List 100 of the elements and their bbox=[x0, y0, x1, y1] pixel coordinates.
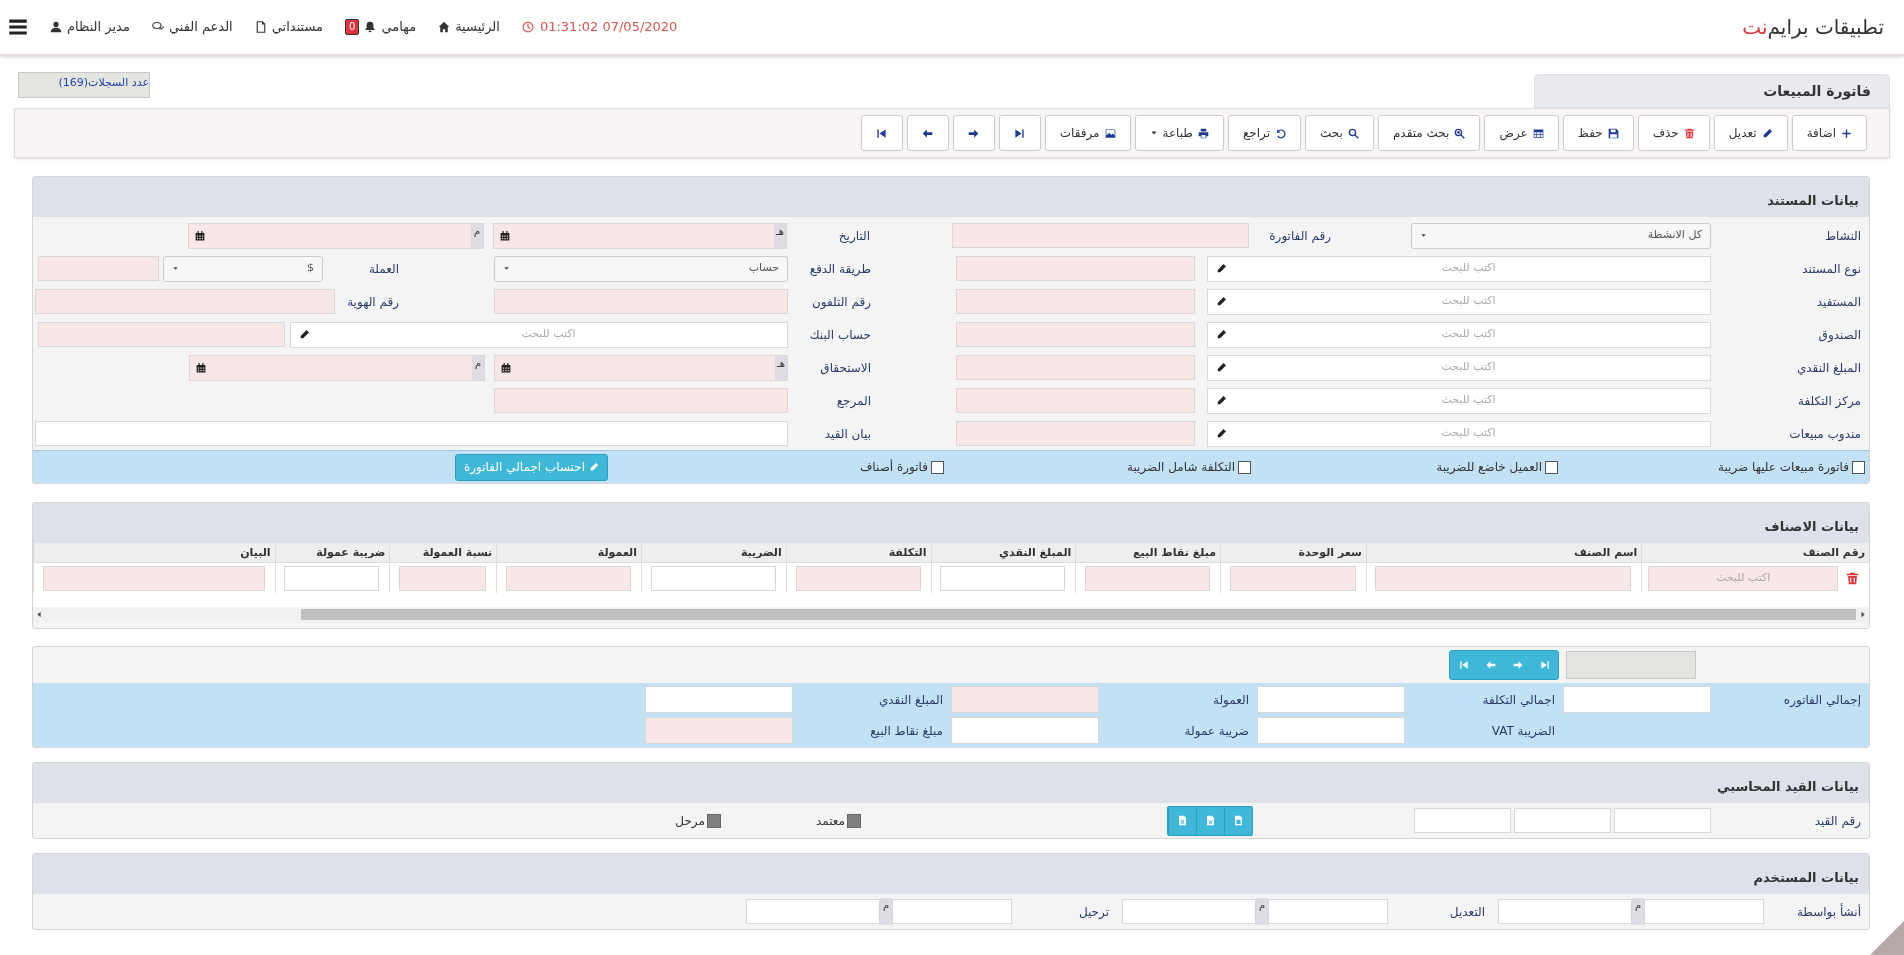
skip-end-icon bbox=[1014, 127, 1026, 139]
input-field[interactable] bbox=[1614, 808, 1711, 833]
input-field[interactable] bbox=[42, 565, 265, 591]
input-field[interactable] bbox=[1498, 899, 1632, 924]
field-label: ترحيل bbox=[1077, 903, 1110, 921]
toolbar-button[interactable]: مرفقات bbox=[1044, 115, 1131, 151]
corner-triangle-icon bbox=[1870, 921, 1904, 955]
input-field[interactable] bbox=[506, 565, 631, 591]
toolbar-button[interactable]: اضافة bbox=[1791, 115, 1867, 151]
checkbox[interactable] bbox=[1545, 460, 1558, 474]
field-label: التاريخ bbox=[837, 227, 870, 245]
field-label: المبلغ النقدي bbox=[1795, 359, 1862, 377]
checkbox[interactable] bbox=[931, 460, 944, 474]
input-field[interactable] bbox=[1514, 808, 1611, 833]
date-field[interactable]: هـ bbox=[494, 354, 788, 381]
input-field[interactable] bbox=[940, 565, 1066, 591]
undo-icon bbox=[1275, 127, 1287, 139]
input-field[interactable] bbox=[645, 686, 793, 713]
nav-link[interactable]: مستنداتي bbox=[254, 17, 324, 37]
input-field[interactable] bbox=[956, 388, 1195, 413]
nav-button[interactable] bbox=[860, 115, 903, 151]
input-field[interactable] bbox=[38, 322, 285, 347]
input-field[interactable] bbox=[892, 899, 1012, 924]
input-field[interactable] bbox=[956, 421, 1195, 446]
field-label: الاستحقاق bbox=[819, 359, 871, 377]
input-field[interactable] bbox=[1375, 565, 1632, 591]
horizontal-scrollbar[interactable] bbox=[33, 607, 1869, 622]
menu-icon bbox=[8, 17, 28, 37]
date-field[interactable]: م bbox=[188, 222, 484, 249]
nav-button[interactable] bbox=[998, 115, 1041, 151]
dropdown[interactable]: حساب bbox=[494, 255, 788, 282]
input-field[interactable] bbox=[746, 899, 880, 924]
input-field[interactable] bbox=[1257, 686, 1405, 713]
date-field[interactable]: م bbox=[189, 354, 485, 381]
toolbar-button[interactable]: تعديل bbox=[1713, 115, 1788, 151]
input-field[interactable] bbox=[952, 223, 1249, 248]
field-label: إجمالي الفاتوره bbox=[1782, 691, 1862, 709]
pencil-icon bbox=[1216, 395, 1227, 406]
toolbar-button[interactable]: بحث bbox=[1305, 115, 1374, 151]
field-label: العمولة bbox=[1212, 691, 1250, 709]
input-field[interactable] bbox=[956, 256, 1195, 281]
search-icon bbox=[1347, 127, 1359, 139]
checkbox[interactable] bbox=[1852, 460, 1865, 474]
input-field[interactable] bbox=[956, 289, 1195, 314]
checkbox[interactable] bbox=[1238, 460, 1251, 474]
arrow-right-icon bbox=[968, 127, 980, 139]
input-field[interactable] bbox=[1122, 899, 1256, 924]
input-field[interactable] bbox=[1229, 565, 1356, 591]
section-title: بيانات الاصناف bbox=[1764, 518, 1859, 537]
input-field[interactable] bbox=[35, 421, 788, 446]
column-header: البيان bbox=[33, 543, 275, 562]
nav-link[interactable]: الرئيسية bbox=[438, 17, 500, 37]
input-field[interactable] bbox=[1414, 808, 1511, 833]
nav-button[interactable] bbox=[906, 115, 949, 151]
input-field[interactable] bbox=[35, 289, 335, 314]
input-field[interactable] bbox=[956, 322, 1195, 347]
toolbar-button[interactable]: حذف bbox=[1637, 115, 1710, 151]
field-label: مبلغ نقاط البيع bbox=[869, 722, 944, 740]
input-field[interactable] bbox=[1268, 899, 1388, 924]
dropdown[interactable]: كل الانشطة bbox=[1411, 222, 1711, 249]
document-icon bbox=[1205, 815, 1216, 826]
pencil-icon bbox=[1761, 127, 1773, 139]
image-icon bbox=[1104, 127, 1116, 139]
input-field[interactable] bbox=[795, 565, 921, 591]
input-field[interactable] bbox=[645, 717, 793, 744]
section-title: بيانات القيد المحاسبي bbox=[1717, 778, 1859, 797]
toolbar-button[interactable]: حفظ bbox=[1562, 115, 1634, 151]
input-field[interactable] bbox=[38, 256, 159, 281]
input-field[interactable] bbox=[399, 565, 487, 591]
field-label: المستفيد bbox=[1815, 293, 1862, 311]
suffix-label: م bbox=[880, 898, 892, 925]
input-field[interactable] bbox=[1257, 717, 1405, 744]
nav-link[interactable]: الدعم الفني bbox=[151, 17, 233, 37]
print-icon bbox=[1197, 127, 1209, 139]
input-field[interactable] bbox=[951, 686, 1099, 713]
input-field[interactable] bbox=[284, 565, 380, 591]
input-field[interactable] bbox=[956, 355, 1195, 380]
calendar-icon bbox=[501, 362, 511, 373]
input-field[interactable] bbox=[650, 565, 776, 591]
toolbar-button[interactable]: تراجع bbox=[1227, 115, 1302, 151]
input-field[interactable] bbox=[951, 717, 1099, 744]
input-field[interactable] bbox=[1563, 686, 1711, 713]
input-field[interactable] bbox=[494, 388, 788, 413]
toolbar-button[interactable]: عرض bbox=[1484, 115, 1559, 151]
field-label: اجمالي التكلفة bbox=[1481, 691, 1556, 709]
toolbar-button[interactable]: طباعة bbox=[1134, 115, 1224, 151]
field-label: مندوب مبيعات bbox=[1788, 425, 1862, 443]
input-field[interactable] bbox=[1644, 899, 1764, 924]
input-field[interactable] bbox=[1085, 565, 1211, 591]
dropdown[interactable]: $ bbox=[163, 255, 323, 282]
field-label: ضريبة عمولة bbox=[1183, 722, 1250, 740]
nav-link[interactable]: مدير النظام bbox=[50, 17, 130, 37]
input-field[interactable] bbox=[494, 289, 788, 314]
date-field[interactable]: هـ bbox=[493, 222, 787, 249]
checkbox-label: معتمد bbox=[815, 812, 845, 830]
toolbar-button[interactable]: بحث متقدم bbox=[1377, 115, 1481, 151]
nav-button[interactable] bbox=[952, 115, 995, 151]
pencil-icon bbox=[299, 329, 310, 340]
field-label: رقم الفاتورة bbox=[1268, 227, 1331, 245]
column-header: رقم الصنف bbox=[1641, 543, 1869, 562]
